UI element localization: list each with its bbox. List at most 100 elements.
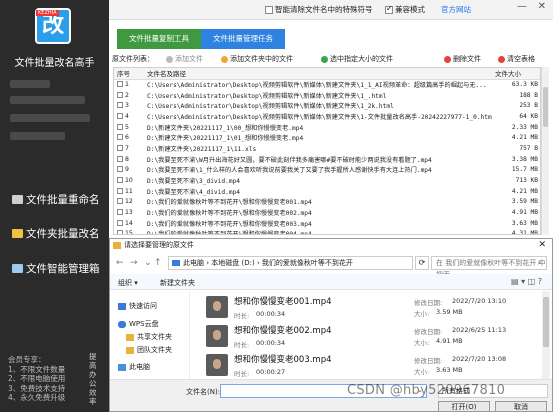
row-index[interactable]: 13: [114, 207, 144, 218]
table-row[interactable]: 11 D:\我要至死不渝\4_divid.mp4 4.21 MB: [114, 186, 540, 197]
compat-mode-option[interactable]: 兼容模式: [385, 4, 425, 15]
col-index-header[interactable]: 序号: [114, 68, 144, 80]
nav-item-folder-rename[interactable]: 文件夹批量改名: [12, 226, 100, 241]
row-checkbox[interactable]: [117, 134, 123, 141]
table-row[interactable]: 8 D:\我要至死不渝\W月升出海花好又圆，要不破此刻伴我多痛害哪#要不破时能少两…: [114, 154, 540, 165]
view-options-icon[interactable]: ▤ ▾ ◫ ?: [511, 277, 542, 286]
table-row[interactable]: 12 D:\我们的爱就像秋叶等不到花开\想和你慢慢变老001.mp4 3.59 MB: [114, 197, 540, 208]
tree-item-wps-cloud[interactable]: WPS云盘: [118, 319, 159, 329]
row-index[interactable]: 1: [114, 79, 144, 90]
chevron-down-icon[interactable]: ⌄: [144, 258, 152, 268]
scroll-thumb[interactable]: [543, 87, 548, 127]
official-site-link[interactable]: 官方网站: [441, 4, 471, 15]
row-index[interactable]: 2: [114, 90, 144, 101]
table-row[interactable]: 14 D:\我们的爱就像秋叶等不到花开\想和你慢慢变老003.mp4 3.63 MB: [114, 218, 540, 229]
close-button[interactable]: ✕: [538, 1, 546, 12]
tree-item-this-pc[interactable]: 此电脑: [118, 362, 150, 372]
table-row[interactable]: 2 C:\Users\Administrator\Desktop\视频剪辑软件\新…: [114, 90, 540, 101]
file-item[interactable]: 想和你慢慢变老002.mp4 时长: 00:00:34 修改日期: 2022/6…: [206, 322, 536, 350]
row-checkbox[interactable]: [117, 166, 123, 173]
up-arrow-icon[interactable]: ↑: [154, 258, 162, 268]
tree-item-team-folder[interactable]: 团队文件夹: [126, 345, 172, 355]
scroll-thumb[interactable]: [543, 297, 549, 347]
row-checkbox[interactable]: [117, 198, 123, 205]
row-index[interactable]: 3: [114, 100, 144, 111]
add-file-button[interactable]: 添加文件: [166, 54, 203, 64]
file-list-scrollbar[interactable]: [542, 291, 550, 379]
open-button[interactable]: 打开(O): [438, 401, 490, 411]
delete-file-button[interactable]: 删除文件: [444, 54, 481, 64]
tree-item-shared-folder[interactable]: 共享文件夹: [126, 332, 172, 342]
row-checkbox[interactable]: [117, 230, 123, 234]
table-row[interactable]: 10 D:\我要至死不渝\3_divid.mp4 713 KB: [114, 175, 540, 186]
row-path: D:\我们的爱就像秋叶等不到花开\想和你慢慢变老003.mp4: [147, 220, 312, 228]
duration-value: 00:00:34: [256, 310, 286, 318]
row-checkbox[interactable]: [117, 209, 123, 216]
compat-mode-checkbox[interactable]: [385, 4, 393, 14]
row-checkbox[interactable]: [117, 144, 123, 151]
nav-item-smart-manager[interactable]: 文件智能管理箱: [12, 261, 100, 276]
row-checkbox[interactable]: [117, 177, 123, 184]
organize-menu[interactable]: 组织 ▾: [118, 278, 138, 288]
official-site-link-wrap[interactable]: 官方网站: [441, 4, 471, 15]
select-size-button[interactable]: 选中指定大小的文件: [321, 54, 393, 64]
size-label: 大小:: [414, 368, 430, 376]
table-row[interactable]: 7 D:\新建文件夹\20221117_1\11.xls 757 B: [114, 143, 540, 154]
logo-tag: KEZHIA: [36, 10, 59, 16]
row-checkbox[interactable]: [117, 102, 123, 109]
table-row[interactable]: 13 D:\我们的爱就像秋叶等不到花开\想和你慢慢变老002.mp4 4.91 MB: [114, 207, 540, 218]
row-checkbox[interactable]: [117, 112, 123, 119]
col-size-header[interactable]: 文件大小: [492, 68, 540, 80]
refresh-icon[interactable]: ⟳: [415, 256, 429, 270]
tab-batch-manage[interactable]: 文件批量管理任务: [201, 29, 285, 49]
row-checkbox[interactable]: [117, 81, 123, 88]
cancel-button[interactable]: 取消: [495, 401, 547, 411]
row-index[interactable]: 12: [114, 197, 144, 208]
add-folder-files-button[interactable]: 添加文件夹中的文件: [221, 54, 293, 64]
table-row[interactable]: 9 D:\我要至死不渝\1_什么样的人会喜欢听我说前要我关了又要了我手握所人感谢快…: [114, 165, 540, 176]
nav-item-rename[interactable]: 文件批量重命名: [12, 192, 100, 207]
table-scrollbar[interactable]: [541, 67, 549, 235]
table-row[interactable]: 5 D:\新建文件夹\20221117_1\00_想和你慢慢变老.mp4 2.33 …: [114, 122, 540, 133]
new-folder-button[interactable]: 新建文件夹: [160, 278, 195, 288]
row-index[interactable]: 4: [114, 111, 144, 122]
address-field[interactable]: 此电脑 › 本地磁盘 (D:) › 我们的爱就像秋叶等不到花开: [168, 256, 413, 270]
table-row[interactable]: 1 C:\Users\Administrator\Desktop\视频剪辑软件\新…: [114, 79, 540, 90]
tree-item-quick-access[interactable]: 快速访问: [118, 301, 157, 311]
file-table[interactable]: 序号 文件名及路径 文件大小 1 C:\Users\Administrator\D…: [113, 67, 541, 235]
back-arrow-icon[interactable]: ←: [116, 258, 124, 268]
row-index[interactable]: 5: [114, 122, 144, 133]
col-path-header[interactable]: 文件名及路径: [144, 68, 492, 80]
row-checkbox[interactable]: [117, 155, 123, 162]
minimize-button[interactable]: —: [517, 1, 527, 12]
table-row[interactable]: 15 D:\我们的爱就像秋叶等不到花开\想和你慢慢变老004.mp4 4.31 MB: [114, 229, 540, 234]
folder-search-input[interactable]: 在 我们的爱就像秋叶等不到花开 中搜索 ⌕: [431, 256, 547, 279]
file-item[interactable]: 想和你慢慢变老003.mp4 时长: 00:00:27 修改日期: 2022/7…: [206, 351, 536, 379]
row-path: D:\我们的爱就像秋叶等不到花开\想和你慢慢变老002.mp4: [147, 210, 312, 218]
row-checkbox[interactable]: [117, 91, 123, 98]
row-index[interactable]: 10: [114, 175, 144, 186]
file-item[interactable]: 想和你慢慢变老001.mp4 时长: 00:00:34 修改日期: 2022/7…: [206, 293, 536, 321]
tab-batch-copy[interactable]: 文件批量复制工具: [117, 29, 201, 49]
row-index[interactable]: 7: [114, 143, 144, 154]
row-index[interactable]: 8: [114, 154, 144, 165]
table-row[interactable]: 3 C:\Users\Administrator\Desktop\视频剪辑软件\新…: [114, 100, 540, 111]
row-index[interactable]: 11: [114, 186, 144, 197]
row-size: 3.59 MB: [511, 198, 538, 206]
dialog-close-button[interactable]: ✕: [538, 239, 546, 252]
search-icon: ⌕: [537, 258, 542, 267]
clear-table-button[interactable]: 清空表格: [498, 54, 535, 64]
special-chars-checkbox[interactable]: [265, 5, 273, 14]
row-index[interactable]: 9: [114, 165, 144, 176]
special-chars-option[interactable]: 智能清除文件名中的特殊符号: [265, 4, 373, 15]
row-checkbox[interactable]: [117, 187, 123, 194]
member-note-line: 3、免费技术支持: [8, 383, 66, 393]
forward-arrow-icon[interactable]: →: [130, 258, 138, 268]
row-index[interactable]: 15: [114, 229, 144, 234]
row-index[interactable]: 6: [114, 132, 144, 143]
row-checkbox[interactable]: [117, 219, 123, 226]
table-row[interactable]: 6 D:\新建文件夹\20221117_1\01_想和你慢慢变老.mp4 4.21 …: [114, 132, 540, 143]
table-row[interactable]: 4 C:\Users\Administrator\Desktop\视频剪辑软件\新…: [114, 111, 540, 122]
row-checkbox[interactable]: [117, 123, 123, 130]
row-index[interactable]: 14: [114, 218, 144, 229]
